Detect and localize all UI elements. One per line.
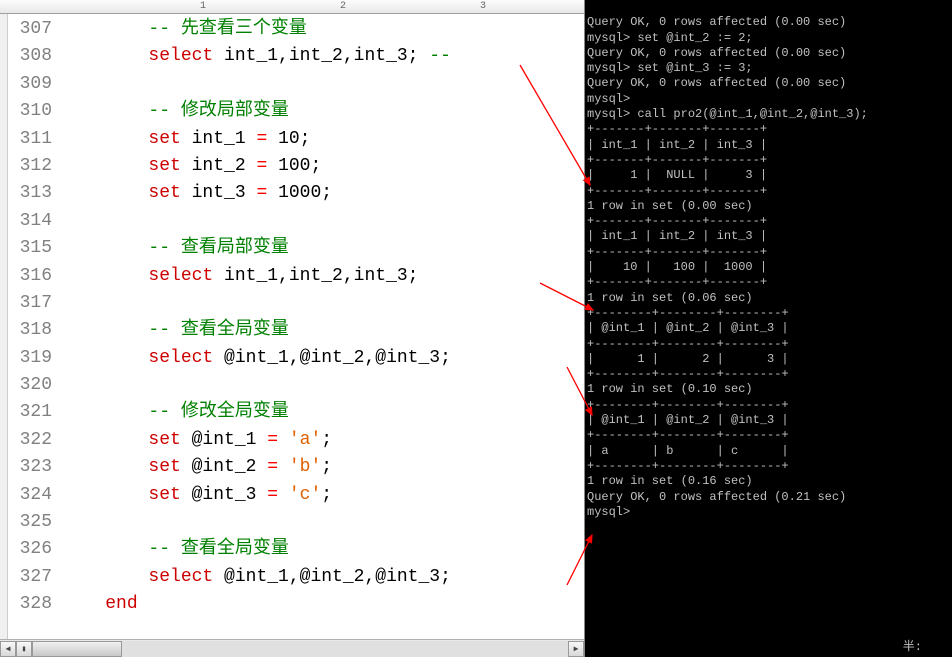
line-number: 327 [8, 564, 62, 591]
terminal-line: | int_1 | int_2 | int_3 | [587, 138, 950, 153]
code-text-area[interactable]: -- 先查看三个变量 select int_1,int_2,int_3; -- … [62, 14, 584, 639]
line-number: 319 [8, 345, 62, 372]
terminal-line: | int_1 | int_2 | int_3 | [587, 229, 950, 244]
line-number: 315 [8, 235, 62, 262]
terminal-line: mysql> set @int_3 := 3; [587, 61, 950, 76]
ruler-mark: 2 [340, 1, 346, 12]
terminal-line: | 10 | 100 | 1000 | [587, 260, 950, 275]
terminal-line: mysql> [587, 92, 950, 107]
code-line[interactable] [62, 372, 584, 399]
terminal-line: +-------+-------+-------+ [587, 122, 950, 137]
code-line[interactable] [62, 509, 584, 536]
line-number: 320 [8, 372, 62, 399]
line-number: 323 [8, 454, 62, 481]
line-number: 328 [8, 591, 62, 618]
line-number: 312 [8, 153, 62, 180]
scroll-track[interactable] [32, 641, 568, 657]
terminal-line: +-------+-------+-------+ [587, 153, 950, 168]
code-line[interactable]: end [62, 591, 584, 618]
terminal-line: +--------+--------+--------+ [587, 428, 950, 443]
ime-indicator: 半: [903, 640, 922, 655]
line-number: 322 [8, 427, 62, 454]
line-number: 318 [8, 317, 62, 344]
terminal-line: mysql> set @int_2 := 2; [587, 31, 950, 46]
code-line[interactable] [62, 71, 584, 98]
code-line[interactable]: set @int_1 = 'a'; [62, 427, 584, 454]
terminal-line: +-------+-------+-------+ [587, 214, 950, 229]
terminal-line: 1 row in set (0.00 sec) [587, 199, 950, 214]
editor-body[interactable]: 3073083093103113123133143153163173183193… [0, 14, 584, 639]
terminal-line: Query OK, 0 rows affected (0.21 sec) [587, 490, 950, 505]
line-number: 316 [8, 263, 62, 290]
line-number: 314 [8, 208, 62, 235]
line-number: 324 [8, 482, 62, 509]
editor-ruler: 1 2 3 [0, 0, 584, 14]
code-line[interactable]: set int_3 = 1000; [62, 180, 584, 207]
scroll-right-button[interactable]: ▶ [568, 641, 584, 657]
terminal-line: +--------+--------+--------+ [587, 398, 950, 413]
scroll-left-button[interactable]: ◀ [0, 641, 16, 657]
ruler-mark: 3 [480, 1, 486, 12]
scroll-thumb[interactable] [32, 641, 122, 657]
code-line[interactable]: set int_2 = 100; [62, 153, 584, 180]
terminal-line: mysql> [587, 505, 950, 520]
code-line[interactable]: set int_1 = 10; [62, 126, 584, 153]
scroll-split-button[interactable]: ▮ [16, 641, 32, 657]
terminal-line: Query OK, 0 rows affected (0.00 sec) [587, 76, 950, 91]
code-line[interactable]: select int_1,int_2,int_3; -- [62, 43, 584, 70]
code-line[interactable]: -- 先查看三个变量 [62, 16, 584, 43]
code-line[interactable]: -- 查看局部变量 [62, 235, 584, 262]
terminal-line: +-------+-------+-------+ [587, 275, 950, 290]
terminal-line: +-------+-------+-------+ [587, 184, 950, 199]
code-line[interactable]: -- 查看全局变量 [62, 536, 584, 563]
line-number: 311 [8, 126, 62, 153]
terminal-line: mysql> call pro2(@int_1,@int_2,@int_3); [587, 107, 950, 122]
code-line[interactable]: select @int_1,@int_2,@int_3; [62, 345, 584, 372]
line-number: 317 [8, 290, 62, 317]
terminal-line: | @int_1 | @int_2 | @int_3 | [587, 413, 950, 428]
code-line[interactable]: set @int_3 = 'c'; [62, 482, 584, 509]
terminal-line: Query OK, 0 rows affected (0.00 sec) [587, 15, 950, 30]
line-number: 325 [8, 509, 62, 536]
code-line[interactable] [62, 290, 584, 317]
code-line[interactable]: select int_1,int_2,int_3; [62, 263, 584, 290]
line-number-gutter: 3073083093103113123133143153163173183193… [8, 14, 62, 639]
line-number: 326 [8, 536, 62, 563]
terminal-line: | @int_1 | @int_2 | @int_3 | [587, 321, 950, 336]
terminal-line: | 1 | 2 | 3 | [587, 352, 950, 367]
line-number: 321 [8, 399, 62, 426]
line-number: 309 [8, 71, 62, 98]
terminal-line: +--------+--------+--------+ [587, 367, 950, 382]
terminal-line: +--------+--------+--------+ [587, 459, 950, 474]
line-number: 307 [8, 16, 62, 43]
fold-column[interactable] [0, 14, 8, 639]
line-number: 310 [8, 98, 62, 125]
code-editor-pane: 1 2 3 3073083093103113123133143153163173… [0, 0, 585, 657]
code-line[interactable]: -- 修改局部变量 [62, 98, 584, 125]
terminal-line: +--------+--------+--------+ [587, 306, 950, 321]
terminal-line: 1 row in set (0.06 sec) [587, 291, 950, 306]
terminal-line: +-------+-------+-------+ [587, 245, 950, 260]
terminal-line: | a | b | c | [587, 444, 950, 459]
terminal-line: 1 row in set (0.16 sec) [587, 474, 950, 489]
code-line[interactable]: -- 修改全局变量 [62, 399, 584, 426]
terminal-line: | 1 | NULL | 3 | [587, 168, 950, 183]
terminal-line: 1 row in set (0.10 sec) [587, 382, 950, 397]
terminal-pane[interactable]: Query OK, 0 rows affected (0.00 sec)mysq… [585, 0, 952, 657]
terminal-line: +--------+--------+--------+ [587, 337, 950, 352]
code-line[interactable]: -- 查看全局变量 [62, 317, 584, 344]
terminal-line: Query OK, 0 rows affected (0.00 sec) [587, 46, 950, 61]
line-number: 308 [8, 43, 62, 70]
horizontal-scrollbar[interactable]: ◀ ▮ ▶ [0, 639, 584, 657]
line-number: 313 [8, 180, 62, 207]
code-line[interactable]: select @int_1,@int_2,@int_3; [62, 564, 584, 591]
code-line[interactable] [62, 208, 584, 235]
code-line[interactable]: set @int_2 = 'b'; [62, 454, 584, 481]
ruler-mark: 1 [200, 1, 206, 12]
